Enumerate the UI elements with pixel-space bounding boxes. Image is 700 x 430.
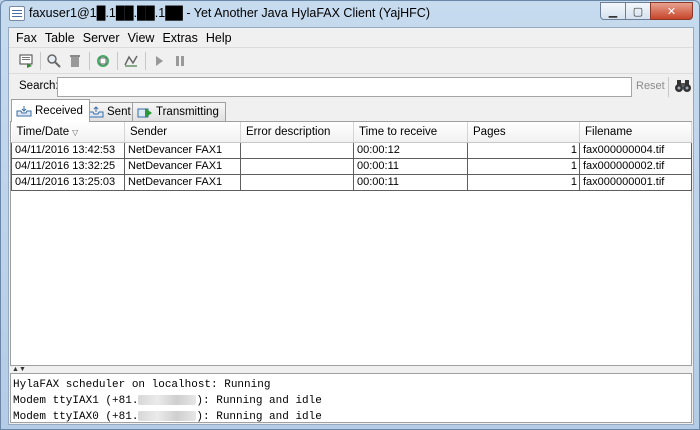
delete-icon[interactable] [66, 52, 84, 70]
minimize-button[interactable]: ▁ [600, 2, 626, 20]
reset-button[interactable]: Reset [636, 80, 665, 92]
cell-pages: 1 [467, 141, 580, 159]
mark-read-icon[interactable] [122, 52, 140, 70]
resume-icon[interactable] [150, 52, 168, 70]
tab-sent-label: Sent [107, 106, 131, 118]
search-input[interactable] [57, 77, 632, 97]
cell-time-to-receive: 00:00:11 [353, 173, 468, 191]
menu-server[interactable]: Server [79, 31, 124, 45]
status-line-scheduler: HylaFAX scheduler on localhost: Running [13, 379, 271, 391]
column-header-time-date[interactable]: Time/Date ▽ [11, 122, 125, 143]
cell-filename: fax000000004.tif [579, 141, 692, 159]
tab-strip: Received Sent Transmitting [9, 99, 693, 122]
menu-extras[interactable]: Extras [158, 31, 201, 45]
menu-bar: Fax Table Server View Extras Help [9, 28, 693, 47]
tab-sent[interactable]: Sent [83, 102, 138, 121]
redacted-number [138, 411, 197, 422]
table-row[interactable]: 04/11/2016 13:42:53 NetDevancer FAX1 00:… [11, 141, 692, 159]
toolbar-separator [117, 51, 118, 70]
cell-error-description [240, 157, 354, 175]
inbox-icon [16, 106, 32, 117]
cell-sender: NetDevancer FAX1 [124, 141, 241, 159]
toolbar-separator [89, 51, 90, 70]
cell-sender: NetDevancer FAX1 [124, 173, 241, 191]
sort-descending-icon: ▽ [72, 127, 79, 137]
search-bar: Search: Reset [9, 73, 693, 99]
column-header-filename[interactable]: Filename [579, 122, 692, 143]
menu-table[interactable]: Table [41, 31, 79, 45]
cell-error-description [240, 173, 354, 191]
status-line-modem-ttyiax0: Modem ttyIAX0 (+81.): Running and idle [13, 411, 322, 423]
tab-received[interactable]: Received [11, 99, 90, 122]
menu-fax[interactable]: Fax [12, 31, 41, 45]
menu-view[interactable]: View [124, 31, 159, 45]
window-controls: ▁ ▢ ✕ [600, 2, 693, 20]
fax-table: Time/Date ▽ Sender Error description Time… [11, 122, 692, 191]
column-header-time-to-receive[interactable]: Time to receive [353, 122, 468, 143]
title-bar[interactable]: faxuser1@1█.1██.██.1██ - Yet Another Jav… [1, 1, 699, 27]
view-fax-icon[interactable] [45, 52, 63, 70]
column-header-sender[interactable]: Sender [124, 122, 241, 143]
maximize-button[interactable]: ▢ [625, 2, 651, 20]
tab-transmitting-label: Transmitting [156, 106, 219, 118]
search-separator [668, 77, 669, 97]
fax-table-panel[interactable]: Time/Date ▽ Sender Error description Time… [10, 121, 692, 366]
collapse-up-icon[interactable]: ▲ [12, 366, 19, 373]
cell-error-description [240, 141, 354, 159]
cell-time-date: 04/11/2016 13:42:53 [11, 141, 125, 159]
column-header-pages[interactable]: Pages [467, 122, 580, 143]
cell-pages: 1 [467, 173, 580, 191]
toolbar-separator [145, 51, 146, 70]
server-status-panel: HylaFAX scheduler on localhost: Running … [10, 373, 692, 423]
pause-icon[interactable] [171, 52, 189, 70]
table-header-row: Time/Date ▽ Sender Error description Time… [11, 122, 692, 143]
send-fax-icon[interactable] [17, 52, 35, 70]
column-header-error-description[interactable]: Error description [240, 122, 354, 143]
cell-pages: 1 [467, 157, 580, 175]
transmit-icon [137, 108, 152, 118]
toolbar-separator [40, 51, 41, 70]
cell-time-date: 04/11/2016 13:32:25 [11, 157, 125, 175]
status-line-modem-ttyiax1: Modem ttyIAX1 (+81.): Running and idle [13, 395, 322, 407]
cell-sender: NetDevancer FAX1 [124, 157, 241, 175]
app-window: faxuser1@1█.1██.██.1██ - Yet Another Jav… [0, 0, 700, 430]
window-title: faxuser1@1█.1██.██.1██ - Yet Another Jav… [29, 6, 430, 20]
tab-transmitting[interactable]: Transmitting [132, 102, 226, 121]
close-button[interactable]: ✕ [650, 2, 693, 20]
tab-received-label: Received [35, 105, 83, 117]
cell-time-to-receive: 00:00:11 [353, 157, 468, 175]
cell-filename: fax000000001.tif [579, 173, 692, 191]
app-fax-icon [9, 6, 25, 21]
cell-filename: fax000000002.tif [579, 157, 692, 175]
redacted-number [138, 395, 197, 406]
table-row[interactable]: 04/11/2016 13:25:03 NetDevancer FAX1 00:… [11, 173, 692, 191]
cell-time-to-receive: 00:00:12 [353, 141, 468, 159]
table-row[interactable]: 04/11/2016 13:32:25 NetDevancer FAX1 00:… [11, 157, 692, 175]
refresh-icon[interactable] [94, 52, 112, 70]
outbox-icon [88, 106, 104, 118]
cell-time-date: 04/11/2016 13:25:03 [11, 173, 125, 191]
search-label: Search: [19, 80, 59, 92]
menu-help[interactable]: Help [202, 31, 236, 45]
toolbar [9, 47, 693, 73]
client-area: Fax Table Server View Extras Help Search… [8, 27, 694, 425]
collapse-down-icon[interactable]: ▼ [19, 366, 26, 373]
binoculars-icon[interactable] [674, 78, 692, 94]
